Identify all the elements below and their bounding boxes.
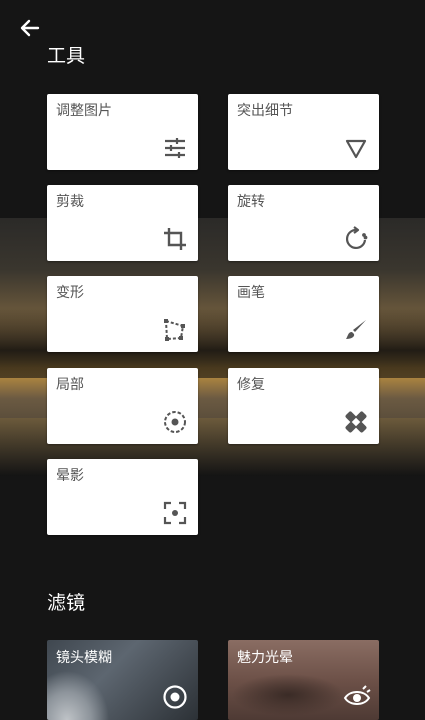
tool-label: 突出细节 xyxy=(237,103,293,119)
tool-label: 晕影 xyxy=(56,468,84,484)
tool-label: 局部 xyxy=(56,377,84,393)
filter-card-glamour-glow[interactable]: 魅力光晕 xyxy=(228,640,379,720)
tool-card-adjust[interactable]: 调整图片 xyxy=(47,94,198,170)
tool-label: 修复 xyxy=(237,377,265,393)
vignette-icon xyxy=(162,500,188,526)
tool-card-perspective[interactable]: 变形 xyxy=(47,276,198,352)
tool-label: 剪裁 xyxy=(56,194,84,210)
filter-card-lens-blur[interactable]: 镜头模糊 xyxy=(47,640,198,720)
triangle-down-icon xyxy=(343,135,369,161)
tool-card-vignette[interactable]: 晕影 xyxy=(47,459,198,535)
tool-label: 画笔 xyxy=(237,285,265,301)
filter-label: 镜头模糊 xyxy=(56,650,112,666)
tool-label: 旋转 xyxy=(237,194,265,210)
tool-card-selective[interactable]: 局部 xyxy=(47,368,198,444)
rotate-icon xyxy=(343,226,369,252)
glamour-glow-icon xyxy=(343,684,371,710)
tool-card-crop[interactable]: 剪裁 xyxy=(47,185,198,261)
filter-label: 魅力光晕 xyxy=(237,650,293,666)
lens-blur-icon xyxy=(162,684,188,710)
tool-label: 变形 xyxy=(56,285,84,301)
filters-section-title: 滤镜 xyxy=(47,592,86,614)
tool-card-healing[interactable]: 修复 xyxy=(228,368,379,444)
tool-label: 调整图片 xyxy=(56,103,112,119)
tools-section-title: 工具 xyxy=(47,45,86,67)
perspective-icon xyxy=(162,317,188,343)
brush-icon xyxy=(343,317,369,343)
tool-card-brush[interactable]: 画笔 xyxy=(228,276,379,352)
tool-card-rotate[interactable]: 旋转 xyxy=(228,185,379,261)
tool-card-details[interactable]: 突出细节 xyxy=(228,94,379,170)
healing-icon xyxy=(343,409,369,435)
back-arrow-icon[interactable] xyxy=(16,14,44,42)
selective-icon xyxy=(162,409,188,435)
crop-icon xyxy=(162,226,188,252)
tune-sliders-icon xyxy=(162,135,188,161)
